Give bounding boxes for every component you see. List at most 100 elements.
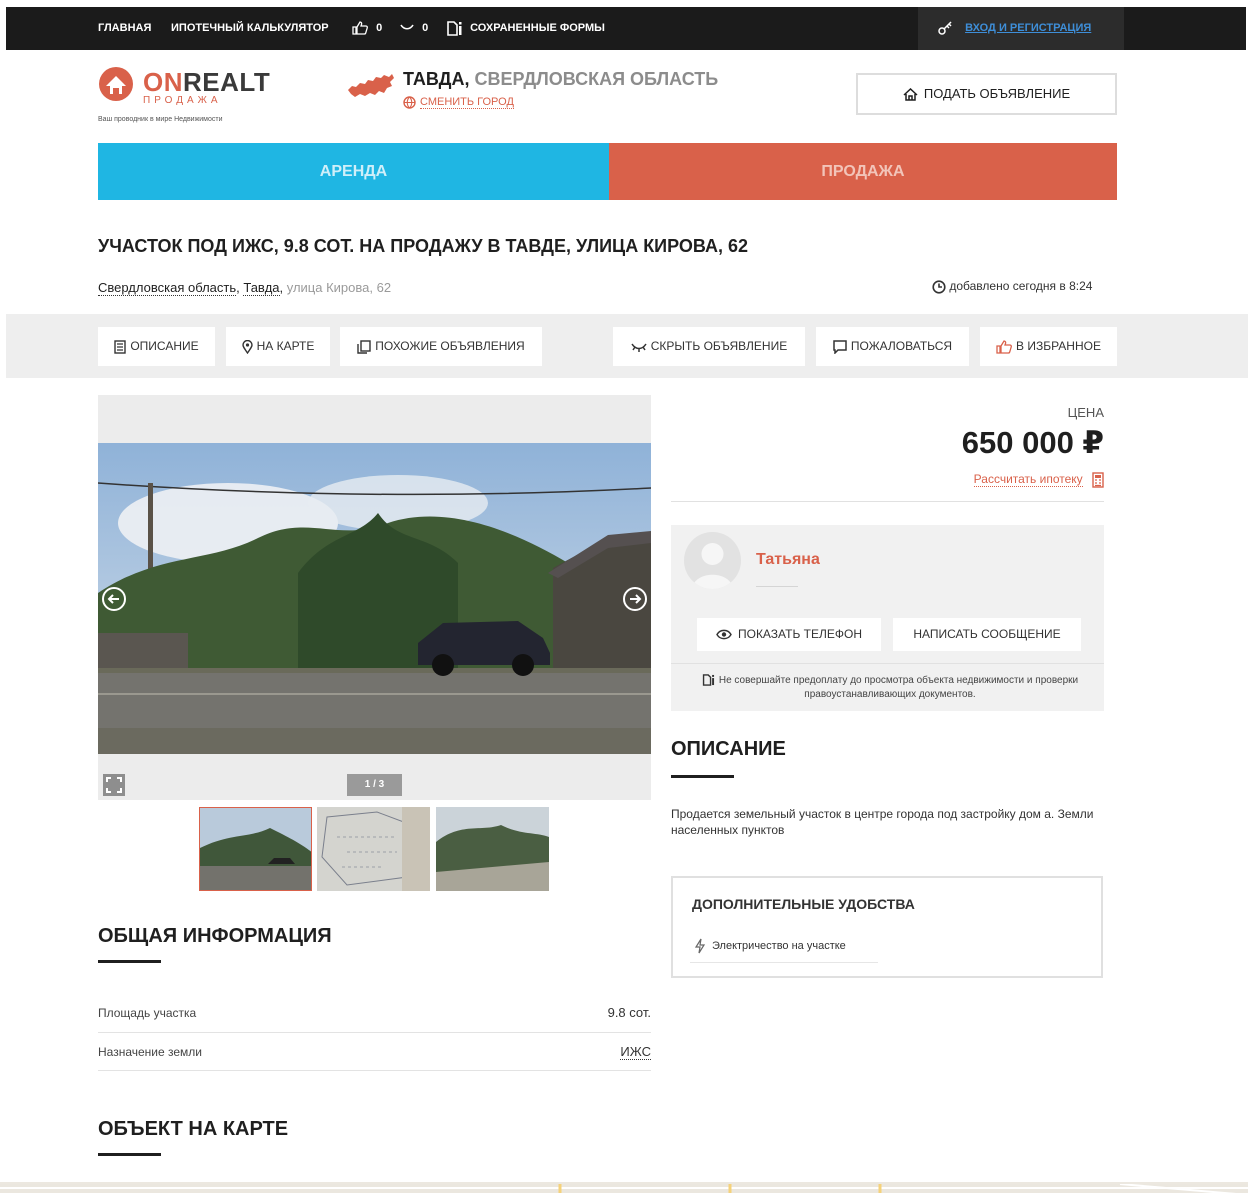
description-heading-underline: [671, 775, 734, 778]
hidden-eye-icon: [400, 24, 414, 30]
land-plot-photo: [98, 443, 651, 754]
post-listing-label: Подать объявление: [923, 86, 1071, 101]
seller-name[interactable]: Татьяна: [756, 551, 820, 569]
hidden-count: 0: [422, 22, 429, 34]
document-icon: [114, 340, 127, 354]
globe-icon: [403, 96, 416, 109]
gallery-thumbnail-1[interactable]: [199, 807, 312, 891]
address-street: улица Кирова, 62: [286, 280, 392, 295]
breadcrumb-address: Свердловская область, Тавда, улица Киров…: [98, 280, 392, 296]
amenities-heading: Дополнительные удобства: [692, 896, 915, 912]
info-row-label: Площадь участка: [98, 1006, 197, 1020]
action-favorite-label: В избранное: [1016, 339, 1101, 353]
logo-text: ONREALT: [143, 67, 270, 98]
description-text: Продается земельный участок в центре гор…: [671, 807, 1094, 837]
nav-mortgage-calculator-link[interactable]: Ипотечный калькулятор: [171, 7, 329, 50]
logo-subtitle: ПРОДАЖА: [143, 95, 222, 106]
change-city-label: Сменить город: [420, 96, 514, 110]
show-phone-label: Показать телефон: [737, 627, 862, 641]
show-phone-button[interactable]: Показать телефон: [697, 618, 881, 651]
price-value: 650 000 ₽: [961, 425, 1104, 460]
saved-forms-label: Сохраненные формы: [470, 22, 605, 34]
action-similar-label: Похожие объявления: [375, 339, 525, 353]
nav-saved-forms[interactable]: Сохраненные формы: [446, 7, 605, 50]
price-separator: [671, 501, 1104, 502]
info-row-value-link[interactable]: ИЖС: [451, 1044, 651, 1060]
region-name: Свердловская область: [469, 69, 719, 89]
map-tiles: [0, 1183, 1248, 1193]
action-on-map-label: На карте: [256, 339, 315, 353]
post-listing-button[interactable]: Подать объявление: [856, 73, 1117, 115]
nav-home-link[interactable]: Главная: [98, 7, 151, 50]
home-icon: [903, 88, 918, 101]
tab-sale[interactable]: Продажа: [609, 143, 1117, 200]
listing-action-bar: Описание На карте Похожие объявления Скр…: [6, 314, 1248, 378]
action-description-label: Описание: [130, 339, 199, 353]
login-link[interactable]: Вход и регистрация: [938, 7, 1091, 50]
action-similar[interactable]: Похожие объявления: [340, 327, 542, 366]
logo-realt: REALT: [183, 67, 271, 97]
thumbs-up-icon: [352, 21, 368, 35]
gallery-counter: 1 / 3: [347, 774, 402, 796]
seller-avatar: [684, 532, 741, 589]
thumbnail-2-image: [317, 807, 430, 891]
map-heading: Объект на карте: [98, 1118, 289, 1140]
tab-rent[interactable]: Аренда: [98, 143, 609, 200]
logo-tagline: Ваш проводник в мире Недвижимости: [98, 116, 223, 123]
land-purpose-value: ИЖС: [620, 1044, 651, 1060]
thumbnail-3-image: [436, 807, 549, 891]
gallery-thumbnail-2[interactable]: [317, 807, 430, 891]
info-row-separator: [98, 1032, 651, 1033]
calculate-mortgage-label: Рассчитать ипотеку: [973, 472, 1083, 488]
likes-count: 0: [376, 22, 383, 34]
copy-icon: [357, 340, 371, 354]
logo-on: ON: [143, 67, 183, 97]
address-region-link[interactable]: Свердловская область: [98, 280, 237, 296]
page-title: Участок под ИЖС, 9.8 сот. на продажу в Т…: [98, 236, 749, 256]
avatar-placeholder-icon: [692, 543, 733, 589]
write-message-button[interactable]: Написать сообщение: [893, 618, 1081, 651]
seller-separator: [671, 663, 1104, 664]
nav-hidden[interactable]: 0: [400, 7, 428, 50]
price-label: Цена: [1067, 405, 1104, 420]
russia-map-icon: [348, 74, 394, 97]
seller-name-underline: [756, 586, 798, 587]
added-time-label: добавлено сегодня в 8:24: [949, 279, 1093, 293]
clock-icon: [932, 280, 946, 294]
gallery-thumbnail-3[interactable]: [436, 807, 549, 891]
top-nav-bar: Главная Ипотечный калькулятор 0 0 Сохран…: [6, 7, 1246, 50]
gallery-main-photo[interactable]: [98, 443, 651, 754]
hide-eye-icon: [631, 343, 647, 352]
prepayment-warning: Не совершайте предоплату до просмотра об…: [690, 674, 1090, 702]
calculator-icon: [1092, 472, 1104, 488]
logo-house-icon: [99, 67, 133, 101]
nav-likes[interactable]: 0: [352, 7, 382, 50]
thumbnail-1-image: [200, 808, 311, 890]
fullscreen-icon[interactable]: [102, 773, 126, 797]
address-city-link[interactable]: Тавда: [243, 280, 280, 296]
info-row-value: 9.8 сот.: [607, 1005, 651, 1020]
speech-bubble-icon: [833, 340, 847, 355]
action-favorite[interactable]: В избранное: [980, 327, 1117, 366]
action-on-map[interactable]: На карте: [226, 327, 330, 366]
map-preview[interactable]: [0, 1182, 1248, 1193]
gallery-next-arrow-icon[interactable]: [622, 586, 648, 612]
amenity-item: Электричество на участке: [694, 938, 846, 954]
amenity-item-label: Электричество на участке: [712, 939, 846, 952]
warning-doc-icon: [702, 674, 714, 687]
action-report[interactable]: Пожаловаться: [816, 327, 969, 366]
action-description[interactable]: Описание: [98, 327, 215, 366]
change-city-link[interactable]: Сменить город: [403, 96, 514, 110]
prepayment-warning-text: Не совершайте предоплату до просмотра об…: [718, 675, 1079, 700]
info-row-label: Назначение земли: [98, 1045, 203, 1059]
saved-forms-icon: [447, 20, 462, 36]
amenity-separator: [690, 962, 878, 963]
map-pin-icon: [241, 339, 253, 355]
favorite-thumbs-up-icon: [996, 340, 1012, 354]
calculate-mortgage-link[interactable]: Рассчитать ипотеку: [900, 472, 1104, 488]
city-name: Тавда,: [403, 69, 470, 89]
gallery-prev-arrow-icon[interactable]: [101, 586, 127, 612]
action-hide[interactable]: Скрыть объявление: [613, 327, 805, 366]
map-heading-underline: [98, 1153, 161, 1156]
info-row-separator: [98, 1070, 651, 1071]
